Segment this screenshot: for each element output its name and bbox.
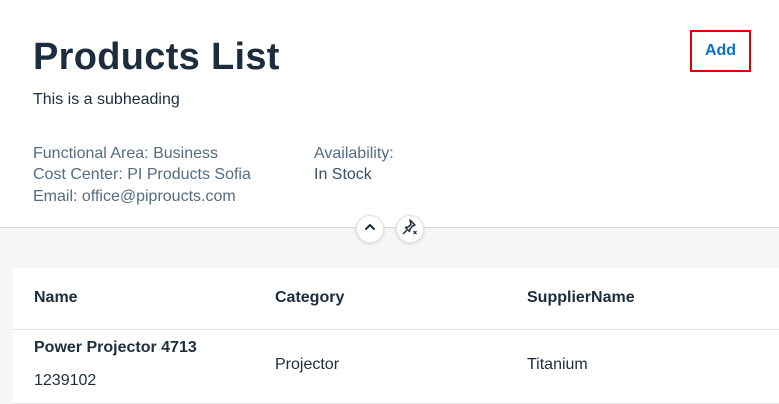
pin-icon: [401, 218, 419, 241]
chevron-up-icon: [363, 220, 377, 239]
page-subheading: This is a subheading: [33, 91, 180, 108]
object-page-header: Products List This is a subheading Funct…: [0, 0, 779, 228]
table-row[interactable]: Power Projector 4713 1239102 Projector T…: [13, 330, 779, 404]
availability-value: In Stock: [314, 166, 372, 183]
product-id: 1239102: [34, 372, 97, 389]
email-attribute: Email: office@piprouсts.com: [33, 188, 236, 205]
collapse-header-button[interactable]: [356, 215, 384, 243]
product-supplier: Titanium: [527, 356, 588, 373]
cost-center-attribute: Cost Center: PI Products Sofia: [33, 166, 251, 183]
product-name: Power Projector 4713: [34, 339, 197, 356]
column-header-category[interactable]: Category: [275, 289, 344, 307]
add-button[interactable]: Add: [690, 30, 751, 72]
functional-area-attribute: Functional Area: Business: [33, 145, 218, 162]
column-header-supplier[interactable]: SupplierName: [527, 289, 635, 307]
pin-header-button[interactable]: [396, 215, 424, 243]
products-table: Name Category SupplierName Power Project…: [13, 268, 779, 404]
product-category: Projector: [275, 356, 340, 373]
column-header-name[interactable]: Name: [34, 289, 78, 307]
availability-label: Availability:: [314, 145, 394, 162]
table-header: Name Category SupplierName: [13, 268, 779, 330]
page-title: Products List: [33, 36, 280, 78]
